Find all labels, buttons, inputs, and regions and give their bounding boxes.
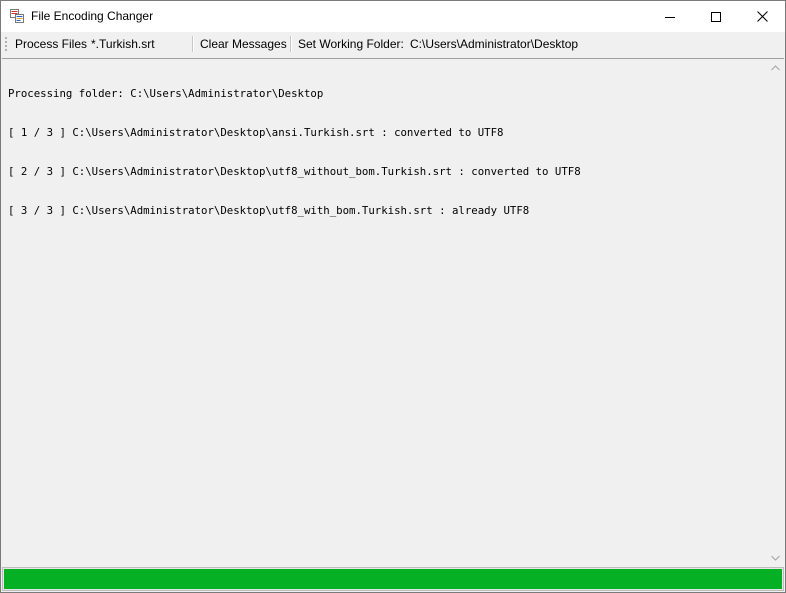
progress-bar <box>2 567 784 591</box>
toolbar-grip-handle[interactable] <box>5 36 7 52</box>
scroll-up-button[interactable] <box>767 59 784 76</box>
progress-bar-fill <box>4 569 782 589</box>
scroll-down-button[interactable] <box>767 549 784 566</box>
log-line: [ 3 / 3 ] C:\Users\Administrator\Desktop… <box>8 204 530 217</box>
title-bar[interactable]: File Encoding Changer <box>1 1 785 32</box>
process-files-button[interactable]: Process Files <box>15 36 87 52</box>
vertical-scrollbar[interactable] <box>767 59 784 566</box>
toolbar-separator <box>290 36 292 52</box>
window-title: File Encoding Changer <box>31 9 154 23</box>
close-button[interactable] <box>739 1 785 32</box>
maximize-button[interactable] <box>693 1 739 32</box>
working-folder-path: C:\Users\Administrator\Desktop <box>410 37 579 51</box>
toolbar: Process Files *.Turkish.srt Clear Messag… <box>1 32 785 56</box>
close-icon <box>756 11 768 22</box>
app-window: File Encoding Changer Process Files *.Tu… <box>0 0 786 593</box>
app-icon <box>10 9 24 23</box>
log-line: Processing folder: C:\Users\Administrato… <box>8 87 324 100</box>
message-log[interactable]: Processing folder: C:\Users\Administrato… <box>2 58 784 566</box>
chevron-up-icon <box>771 64 780 70</box>
file-filter-label[interactable]: *.Turkish.srt <box>91 36 155 52</box>
log-line: [ 1 / 3 ] C:\Users\Administrator\Desktop… <box>8 126 504 139</box>
minimize-icon <box>665 16 675 18</box>
clear-messages-button[interactable]: Clear Messages <box>200 36 287 52</box>
toolbar-separator <box>192 36 194 52</box>
set-working-folder-button[interactable]: Set Working Folder: <box>298 36 404 52</box>
minimize-button[interactable] <box>647 1 693 32</box>
chevron-down-icon <box>771 555 780 561</box>
log-line: [ 2 / 3 ] C:\Users\Administrator\Desktop… <box>8 165 581 178</box>
log-text: Processing folder: C:\Users\Administrato… <box>8 61 764 561</box>
maximize-icon <box>711 11 721 22</box>
